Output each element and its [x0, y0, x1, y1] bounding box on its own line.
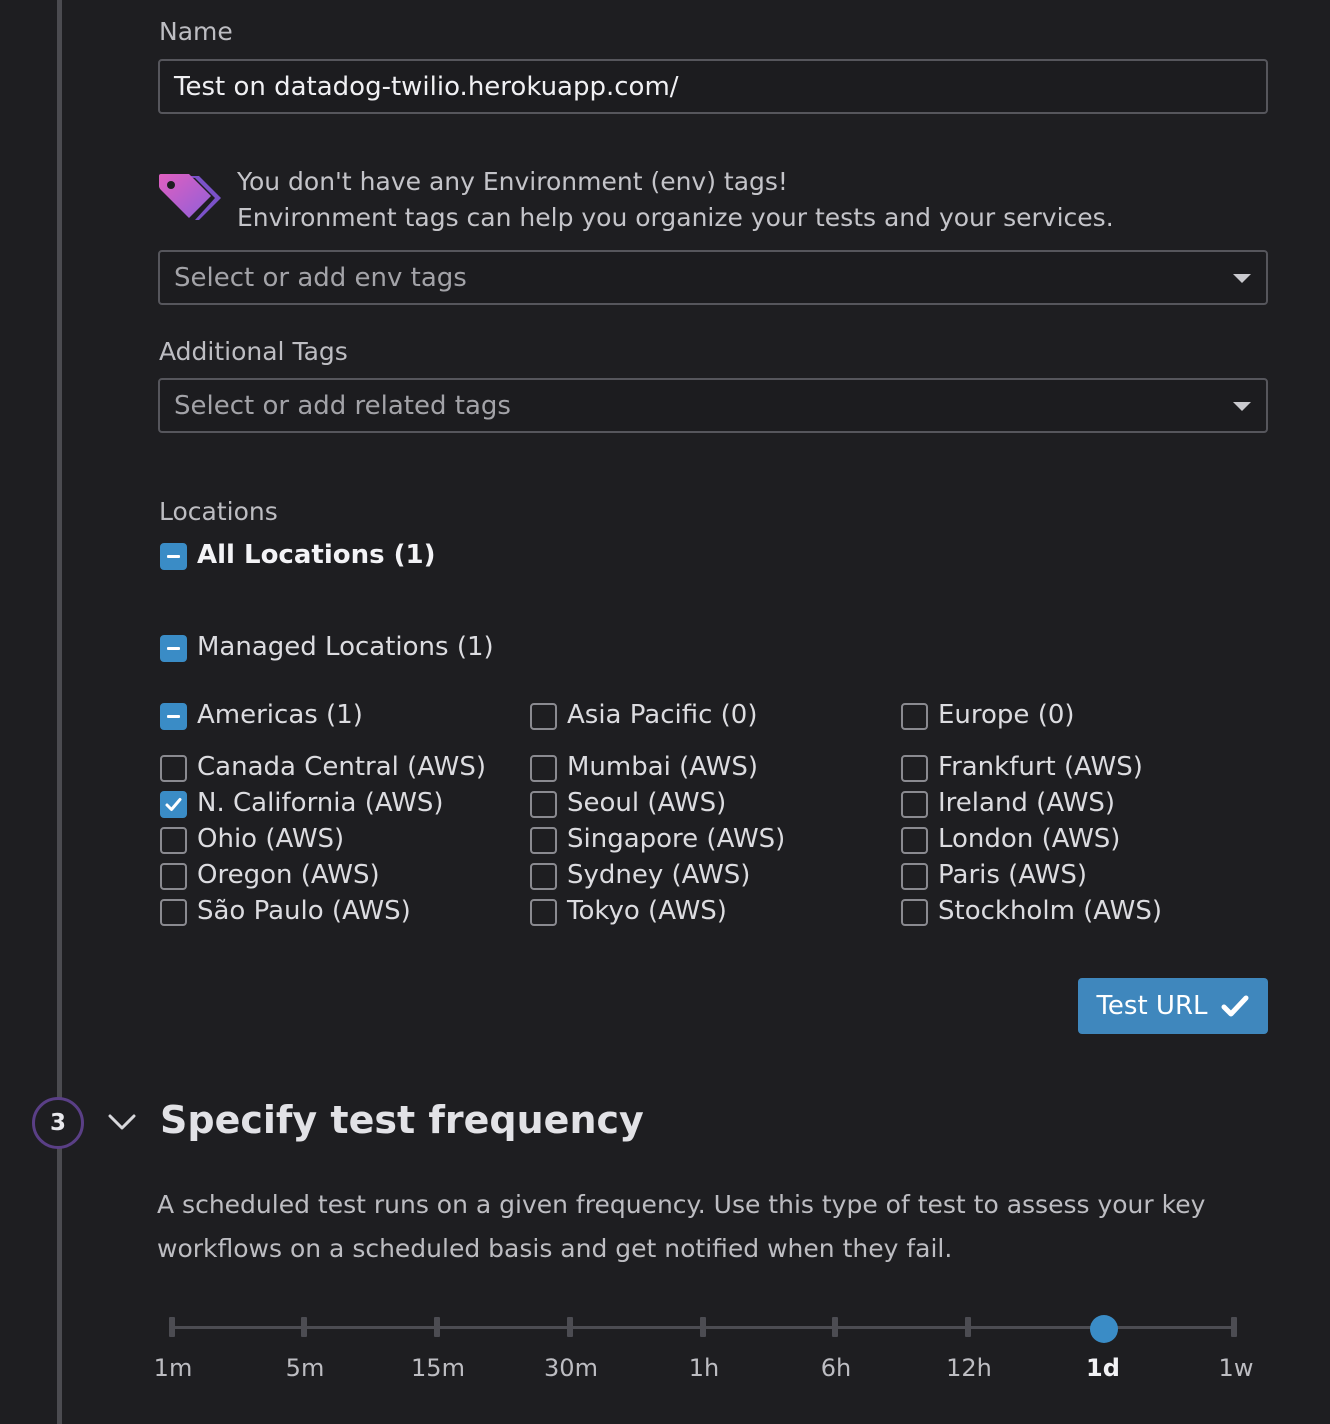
location-checkbox[interactable] [160, 899, 187, 926]
location-checkbox[interactable] [530, 755, 557, 782]
location-label: Paris (AWS) [938, 860, 1088, 890]
location-checkbox[interactable] [901, 827, 928, 854]
frequency-option[interactable]: 30m [531, 1354, 611, 1382]
frequency-option[interactable]: 1w [1196, 1354, 1276, 1382]
name-input[interactable]: Test on datadog-twilio.herokuapp.com/ [158, 59, 1268, 114]
chevron-down-icon [1233, 274, 1251, 283]
checkmark-icon [1221, 995, 1249, 1017]
location-label: São Paulo (AWS) [197, 896, 411, 926]
name-input-value: Test on datadog-twilio.herokuapp.com/ [174, 71, 679, 102]
additional-tags-label: Additional Tags [159, 337, 348, 366]
region-label-asia-pacific: Asia Pacific (0) [567, 700, 758, 730]
frequency-option[interactable]: 1h [664, 1354, 744, 1382]
location-checkbox[interactable] [530, 791, 557, 818]
region-checkbox-europe[interactable] [901, 703, 928, 730]
frequency-option[interactable]: 6h [796, 1354, 876, 1382]
test-url-label: Test URL [1096, 991, 1208, 1021]
additional-tags-select[interactable]: Select or add related tags [158, 378, 1268, 433]
location-checkbox[interactable] [901, 899, 928, 926]
location-label: Tokyo (AWS) [567, 896, 727, 926]
all-locations-label: All Locations (1) [197, 540, 436, 570]
checkmark-icon [165, 798, 182, 811]
frequency-option[interactable]: 15m [398, 1354, 478, 1382]
location-label: Oregon (AWS) [197, 860, 380, 890]
location-label: London (AWS) [938, 824, 1121, 854]
slider-tick [301, 1317, 307, 1337]
managed-locations-label: Managed Locations (1) [197, 632, 494, 662]
frequency-option[interactable]: 5m [265, 1354, 345, 1382]
region-label-americas: Americas (1) [197, 700, 363, 730]
env-tags-notice: You don't have any Environment (env) tag… [237, 164, 1114, 236]
frequency-slider-handle[interactable] [1090, 1315, 1118, 1343]
slider-tick [832, 1317, 838, 1337]
location-label: N. California (AWS) [197, 788, 444, 818]
location-label: Singapore (AWS) [567, 824, 786, 854]
slider-tick [567, 1317, 573, 1337]
step-number-badge: 3 [32, 1097, 84, 1149]
location-label: Sydney (AWS) [567, 860, 751, 890]
frequency-option[interactable]: 1m [133, 1354, 213, 1382]
env-tags-placeholder: Select or add env tags [174, 262, 467, 293]
chevron-down-icon[interactable] [106, 1110, 138, 1134]
tag-icon [159, 174, 221, 220]
slider-tick [1231, 1317, 1237, 1337]
name-label: Name [159, 17, 233, 46]
env-notice-line2: Environment tags can help you organize y… [237, 203, 1114, 232]
region-checkbox-americas[interactable] [160, 703, 187, 730]
timeline-line [57, 0, 62, 1424]
location-label: Mumbai (AWS) [567, 752, 759, 782]
env-notice-line1: You don't have any Environment (env) tag… [237, 167, 788, 196]
location-checkbox[interactable] [160, 791, 187, 818]
slider-tick [434, 1317, 440, 1337]
chevron-down-icon [1233, 402, 1251, 411]
test-url-button[interactable]: Test URL [1078, 978, 1268, 1034]
all-locations-checkbox[interactable] [160, 543, 187, 570]
location-label: Ohio (AWS) [197, 824, 345, 854]
region-label-europe: Europe (0) [938, 700, 1075, 730]
location-checkbox[interactable] [530, 899, 557, 926]
frequency-description: A scheduled test runs on a given frequen… [157, 1190, 1206, 1263]
frequency-option[interactable]: 12h [929, 1354, 1009, 1382]
location-label: Ireland (AWS) [938, 788, 1116, 818]
env-tags-select[interactable]: Select or add env tags [158, 250, 1268, 305]
location-checkbox[interactable] [160, 755, 187, 782]
location-checkbox[interactable] [160, 863, 187, 890]
slider-tick [965, 1317, 971, 1337]
section-title: Specify test frequency [160, 1098, 644, 1142]
location-checkbox[interactable] [901, 791, 928, 818]
location-label: Canada Central (AWS) [197, 752, 486, 782]
location-label: Frankfurt (AWS) [938, 752, 1143, 782]
location-checkbox[interactable] [901, 863, 928, 890]
location-checkbox[interactable] [160, 827, 187, 854]
slider-tick [169, 1317, 175, 1337]
location-checkbox[interactable] [901, 755, 928, 782]
slider-tick [700, 1317, 706, 1337]
locations-label: Locations [159, 497, 278, 526]
managed-locations-checkbox[interactable] [160, 635, 187, 662]
frequency-option-selected[interactable]: 1d [1063, 1354, 1143, 1382]
location-label: Stockholm (AWS) [938, 896, 1163, 926]
location-label: Seoul (AWS) [567, 788, 727, 818]
location-checkbox[interactable] [530, 863, 557, 890]
location-checkbox[interactable] [530, 827, 557, 854]
additional-tags-placeholder: Select or add related tags [174, 390, 511, 421]
region-checkbox-asia-pacific[interactable] [530, 703, 557, 730]
